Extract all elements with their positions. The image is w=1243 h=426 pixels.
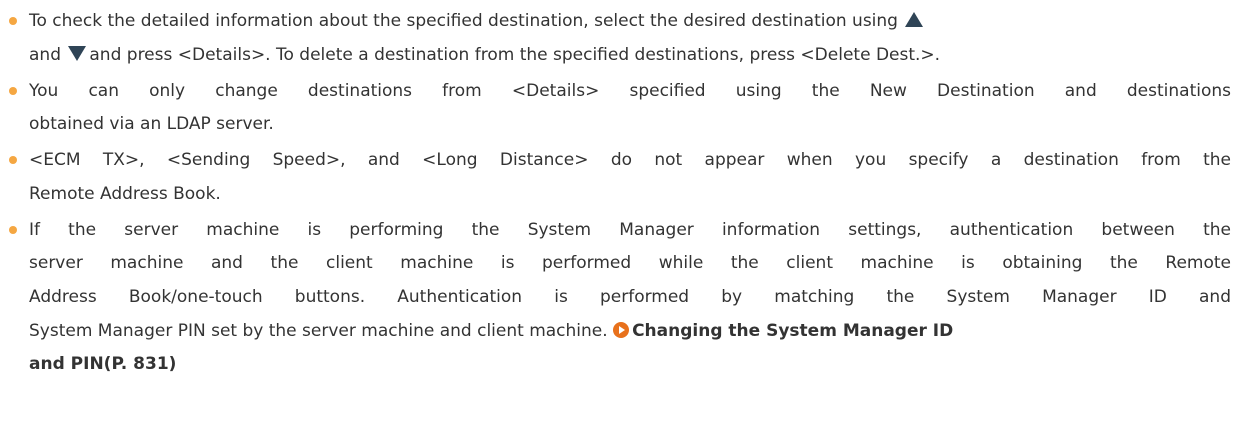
- changing-system-manager-id-link-continued[interactable]: and PIN(P. 831): [29, 354, 176, 374]
- bullet-icon: [9, 226, 17, 234]
- note-text: Remote Address Book.: [29, 184, 221, 204]
- note-line: System Manager PIN set by the server mac…: [29, 319, 953, 343]
- note-line: To check the detailed information about …: [29, 9, 924, 33]
- bullet-icon: [9, 17, 17, 25]
- link-text: and PIN(P. 831): [29, 354, 177, 374]
- note-text: To check the detailed information about …: [29, 11, 898, 31]
- note-text: and: [29, 45, 61, 65]
- note-line: <ECM TX>, <Sending Speed>, and <Long Dis…: [29, 148, 1231, 172]
- note-line: obtained via an LDAP server.: [29, 112, 274, 136]
- note-text: and press <Details>. To delete a destina…: [89, 45, 941, 65]
- note-text: If the server machine is performing the …: [29, 220, 1231, 240]
- up-arrow-icon: [905, 12, 924, 27]
- bullet-icon: [9, 87, 17, 95]
- bullet-icon: [9, 156, 17, 164]
- changing-system-manager-id-link[interactable]: Changing the System Manager ID: [613, 321, 953, 341]
- note-text: Address Book/one-touch buttons. Authenti…: [29, 287, 1231, 307]
- note-line: and and press <Details>. To delete a des…: [29, 43, 940, 67]
- note-line: Address Book/one-touch buttons. Authenti…: [29, 285, 1231, 309]
- note-line: You can only change destinations from <D…: [29, 79, 1231, 103]
- note-text: System Manager PIN set by the server mac…: [29, 321, 608, 341]
- notes-list: To check the detailed information about …: [0, 0, 1243, 426]
- link-text: Changing the System Manager ID: [632, 321, 954, 341]
- note-line: If the server machine is performing the …: [29, 218, 1231, 242]
- down-arrow-icon: [68, 46, 87, 61]
- note-text: <ECM TX>, <Sending Speed>, and <Long Dis…: [29, 150, 1231, 170]
- link-arrow-icon: [613, 322, 630, 338]
- note-line: and PIN(P. 831): [29, 352, 176, 376]
- note-text: obtained via an LDAP server.: [29, 114, 274, 134]
- note-line: server machine and the client machine is…: [29, 251, 1231, 275]
- note-text: server machine and the client machine is…: [29, 253, 1231, 273]
- note-text: You can only change destinations from <D…: [29, 81, 1231, 101]
- note-line: Remote Address Book.: [29, 182, 221, 206]
